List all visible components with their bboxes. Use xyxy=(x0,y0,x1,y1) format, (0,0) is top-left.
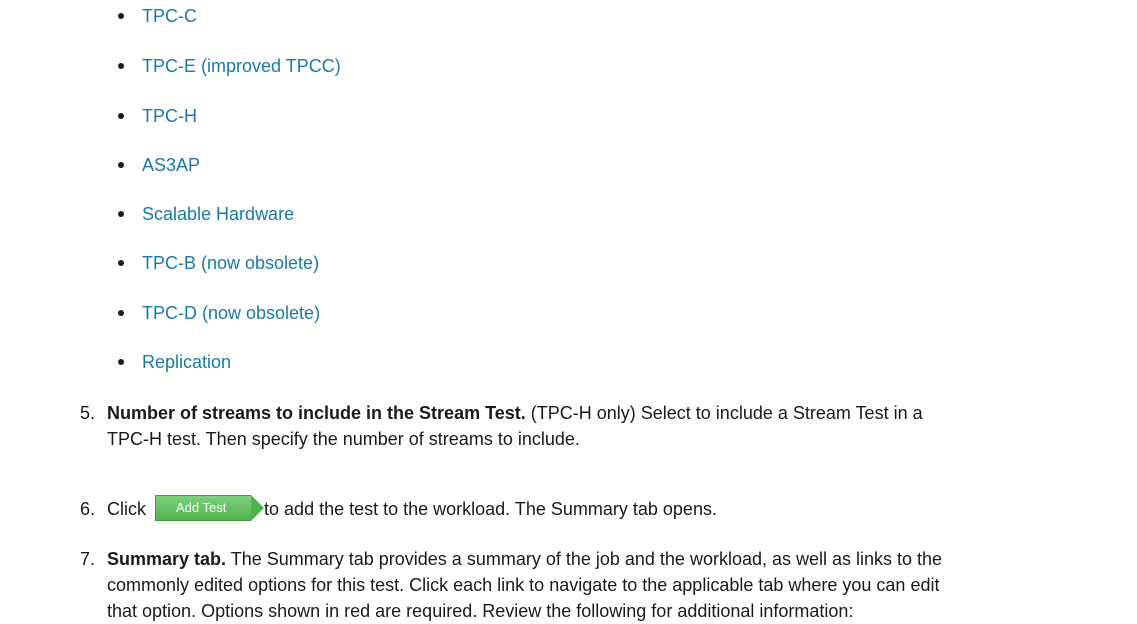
list-item: TPC-B (now obsolete) xyxy=(118,251,319,275)
list-item: AS3AP xyxy=(118,153,200,177)
bullet-icon xyxy=(118,113,124,119)
bullet-icon xyxy=(118,260,124,266)
link-tpc-c[interactable]: TPC-C xyxy=(142,4,197,28)
bullet-icon xyxy=(118,310,124,316)
step-7-text: Summary tab. The Summary tab provides a … xyxy=(107,546,1137,624)
step-7-body-line2: commonly edited options for this test. C… xyxy=(107,575,940,595)
step-number: 7. xyxy=(80,549,96,569)
bullet-icon xyxy=(118,63,124,69)
add-test-button[interactable]: Add Test xyxy=(155,495,265,522)
step-6-pre: Click xyxy=(107,499,146,519)
step-7-body-line1: The Summary tab provides a summary of th… xyxy=(226,549,943,569)
list-item: TPC-D (now obsolete) xyxy=(118,301,320,325)
link-tpc-b[interactable]: TPC-B (now obsolete) xyxy=(142,251,319,275)
link-as3ap[interactable]: AS3AP xyxy=(142,153,200,177)
step-number: 6. xyxy=(80,499,96,519)
link-tpc-h[interactable]: TPC-H xyxy=(142,104,197,128)
step-7-heading: Summary tab. xyxy=(107,549,227,569)
link-replication[interactable]: Replication xyxy=(142,350,231,374)
bullet-icon xyxy=(118,359,124,365)
list-item: Replication xyxy=(118,350,231,374)
step-6-post: to add the test to the workload. The Sum… xyxy=(264,499,717,519)
bullet-icon xyxy=(118,13,124,19)
link-tpc-d[interactable]: TPC-D (now obsolete) xyxy=(142,301,320,325)
list-item: TPC-C xyxy=(118,4,197,28)
step-5-text: Number of streams to include in the Stre… xyxy=(107,400,1137,452)
step-5-heading: Number of streams to include in the Stre… xyxy=(107,403,526,423)
step-6-text: Click Add Test to add the test to the wo… xyxy=(107,495,1137,522)
bullet-icon xyxy=(118,211,124,217)
link-tpc-e[interactable]: TPC-E (improved TPCC) xyxy=(142,54,341,78)
list-item: TPC-H xyxy=(118,104,197,128)
step-7-body-line3: that option. Options shown in red are re… xyxy=(107,601,854,621)
list-item: TPC-E (improved TPCC) xyxy=(118,54,341,78)
step-number: 5. xyxy=(80,403,96,423)
step-5-body-line2: TPC-H test. Then specify the number of s… xyxy=(107,429,580,449)
list-item: Scalable Hardware xyxy=(118,202,294,226)
step-5-body-line1: (TPC-H only) Select to include a Stream … xyxy=(525,403,923,423)
bullet-icon xyxy=(118,162,124,168)
link-scalable-hardware[interactable]: Scalable Hardware xyxy=(142,202,294,226)
